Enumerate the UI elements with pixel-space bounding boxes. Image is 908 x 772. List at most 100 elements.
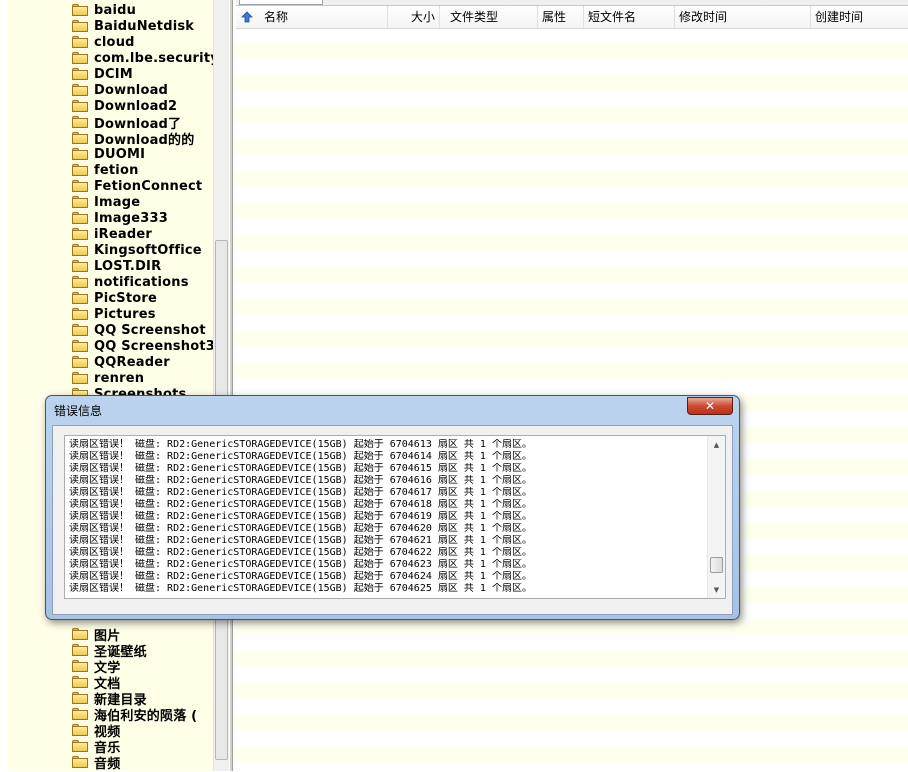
column-header-modified[interactable]: 修改时间 — [675, 6, 811, 28]
folder-icon — [72, 692, 88, 704]
tree-item-label: Download2 — [94, 98, 178, 114]
tree-item[interactable]: Download — [72, 82, 168, 98]
folder-icon — [72, 100, 88, 112]
tree-item[interactable]: renren — [72, 370, 144, 386]
tree-item[interactable]: notifications — [72, 274, 189, 290]
folder-icon — [72, 164, 88, 176]
folder-icon — [72, 324, 88, 336]
tree-item-label: Pictures — [94, 306, 156, 322]
error-log-scroll-thumb[interactable] — [710, 557, 723, 573]
log-line: 读扇区错误！ 磁盘: RD2:GenericSTORAGEDEVICE(15GB… — [69, 571, 532, 582]
file-list-header: 名称 大小 文件类型 属性 短文件名 修改时间 创建时间 — [236, 6, 908, 29]
tree-item[interactable]: QQ Screenshot33 — [72, 338, 224, 354]
folder-icon — [72, 212, 88, 224]
log-line: 读扇区错误！ 磁盘: RD2:GenericSTORAGEDEVICE(15GB… — [69, 451, 532, 462]
close-button[interactable]: ✕ — [687, 397, 733, 415]
folder-icon — [72, 228, 88, 240]
error-log-lines: 读扇区错误！ 磁盘: RD2:GenericSTORAGEDEVICE(15GB… — [69, 439, 701, 595]
scroll-down-icon[interactable]: ▼ — [708, 581, 725, 598]
column-header-type[interactable]: 文件类型 — [446, 6, 538, 28]
folder-icon — [72, 196, 88, 208]
tree-item[interactable]: iReader — [72, 226, 152, 242]
tree-item[interactable]: QQ Screenshot — [72, 322, 206, 338]
folder-icon — [72, 356, 88, 368]
up-arrow-icon[interactable] — [241, 11, 253, 23]
folder-icon — [72, 52, 88, 64]
dialog-title: 错误信息 — [54, 404, 103, 418]
tree-item-label: FetionConnect — [94, 178, 203, 194]
tree-item-label: com.lbe.security — [94, 50, 219, 66]
tree-item-label: KingsoftOffice — [94, 242, 202, 258]
log-line: 读扇区错误！ 磁盘: RD2:GenericSTORAGEDEVICE(15GB… — [69, 523, 532, 534]
log-line: 读扇区错误！ 磁盘: RD2:GenericSTORAGEDEVICE(15GB… — [69, 535, 532, 546]
folder-icon — [72, 180, 88, 192]
folder-icon — [72, 116, 88, 128]
log-line: 读扇区错误！ 磁盘: RD2:GenericSTORAGEDEVICE(15GB… — [69, 511, 532, 522]
tree-item[interactable]: baidu — [72, 2, 136, 18]
tree-item-label: renren — [94, 370, 145, 386]
tree-item[interactable]: Download的的 — [72, 130, 195, 148]
tree-item[interactable]: FetionConnect — [72, 178, 202, 194]
tree-item-label: Download — [94, 82, 169, 98]
folder-icon — [72, 292, 88, 304]
tree-item-label: DCIM — [94, 66, 133, 82]
file-list: 名称 大小 文件类型 属性 短文件名 修改时间 创建时间 — [236, 0, 908, 771]
folder-icon — [72, 36, 88, 48]
tree-item[interactable]: com.lbe.security — [72, 50, 219, 66]
folder-icon — [72, 724, 88, 736]
tree-item-label: QQ Screenshot — [94, 322, 206, 338]
column-header-attributes[interactable]: 属性 — [538, 6, 584, 28]
folder-icon — [72, 340, 88, 352]
tree-item-label: cloud — [94, 34, 135, 50]
tree-item-label: DUOMI — [94, 146, 146, 162]
tree-item[interactable]: 海伯利安的陨落 ( — [72, 706, 197, 724]
folder-icon — [72, 4, 88, 16]
error-log-scrollbar[interactable]: ▲ ▼ — [707, 436, 725, 598]
tree-item-label: baidu — [94, 2, 137, 18]
tree-item[interactable]: PicStore — [72, 290, 157, 306]
tree-item[interactable]: Pictures — [72, 306, 156, 322]
column-header-created[interactable]: 创建时间 — [811, 6, 908, 28]
tree-item[interactable]: BaiduNetdisk — [72, 18, 194, 34]
tree-item[interactable]: DUOMI — [72, 146, 145, 162]
tree-item-label: notifications — [94, 274, 189, 290]
tree-item[interactable]: cloud — [72, 34, 135, 50]
column-header-short-name[interactable]: 短文件名 — [584, 6, 675, 28]
tree-item-label: QQReader — [94, 354, 170, 370]
folder-icon — [72, 708, 88, 720]
pane-splitter[interactable] — [229, 0, 233, 771]
log-line: 读扇区错误！ 磁盘: RD2:GenericSTORAGEDEVICE(15GB… — [69, 475, 532, 486]
folder-icon — [72, 308, 88, 320]
log-line: 读扇区错误！ 磁盘: RD2:GenericSTORAGEDEVICE(15GB… — [69, 439, 532, 450]
tree-item-label: QQ Screenshot33 — [94, 338, 225, 354]
folder-icon — [72, 260, 88, 272]
folder-tree-scrollbar[interactable] — [213, 0, 230, 771]
column-header-size[interactable]: 大小 — [388, 6, 440, 28]
file-list-tab[interactable] — [239, 0, 323, 5]
close-icon: ✕ — [704, 399, 716, 413]
folder-icon — [72, 276, 88, 288]
tree-item-label: Image333 — [94, 210, 169, 226]
tree-item[interactable]: DCIM — [72, 66, 133, 82]
column-header-name[interactable]: 名称 — [260, 6, 388, 28]
folder-icon — [72, 644, 88, 656]
log-line: 读扇区错误！ 磁盘: RD2:GenericSTORAGEDEVICE(15GB… — [69, 499, 532, 510]
log-line: 读扇区错误！ 磁盘: RD2:GenericSTORAGEDEVICE(15GB… — [69, 547, 532, 558]
tree-item[interactable]: Image — [72, 194, 140, 210]
tree-item[interactable]: 音频 — [72, 754, 120, 772]
folder-icon — [72, 756, 88, 768]
tree-item[interactable]: Image333 — [72, 210, 168, 226]
error-log-textbox[interactable]: 读扇区错误！ 磁盘: RD2:GenericSTORAGEDEVICE(15GB… — [64, 435, 726, 599]
tree-item-label: Image — [94, 194, 141, 210]
folder-icon — [72, 84, 88, 96]
tree-item[interactable]: KingsoftOffice — [72, 242, 202, 258]
folder-icon — [72, 628, 88, 640]
tree-item-label: PicStore — [94, 290, 158, 306]
folder-icon — [72, 20, 88, 32]
tree-item-label: Download的的 — [94, 132, 195, 148]
scroll-up-icon[interactable]: ▲ — [708, 436, 725, 453]
tree-item[interactable]: fetion — [72, 162, 139, 178]
tree-item[interactable]: QQReader — [72, 354, 170, 370]
tree-item[interactable]: LOST.DIR — [72, 258, 161, 274]
tree-item-label: fetion — [94, 162, 139, 178]
